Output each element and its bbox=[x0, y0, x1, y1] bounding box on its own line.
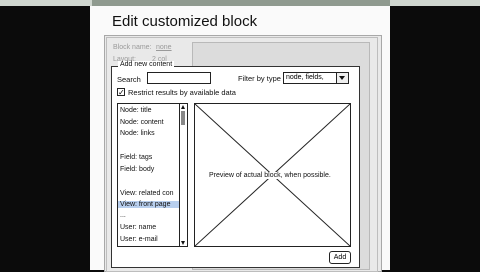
list-item[interactable]: Node: links bbox=[120, 130, 155, 137]
list-item[interactable]: Node: content bbox=[120, 119, 164, 126]
list-item[interactable]: User: name bbox=[120, 224, 156, 231]
list-item[interactable]: User: e-mail bbox=[120, 236, 158, 243]
scroll-thumb[interactable] bbox=[181, 111, 185, 125]
list-scrollbar[interactable] bbox=[179, 104, 187, 246]
filter-type-value: node, fields, bbox=[286, 74, 324, 81]
list-item[interactable]: Node: title bbox=[120, 107, 152, 114]
list-item[interactable]: Field: body bbox=[120, 166, 154, 173]
search-label: Search bbox=[117, 75, 141, 84]
filter-type-select[interactable]: node, fields, bbox=[283, 72, 349, 84]
scroll-up-arrow-icon[interactable] bbox=[181, 105, 185, 109]
scroll-down-arrow-icon[interactable] bbox=[181, 241, 185, 245]
preview-caption: Preview of actual block, when possible. bbox=[209, 172, 331, 179]
filter-label: Filter by type bbox=[238, 74, 281, 83]
list-item[interactable]: Field: tags bbox=[120, 154, 152, 161]
list-item-selected[interactable]: View: front page bbox=[118, 201, 180, 208]
page-title: Edit customized block bbox=[112, 13, 258, 30]
restrict-results-checkbox[interactable]: ✓ bbox=[117, 88, 125, 97]
list-item[interactable]: View: related con bbox=[120, 190, 174, 197]
add-button[interactable]: Add bbox=[329, 251, 351, 264]
block-name-label: Block name: bbox=[113, 44, 152, 51]
list-item[interactable]: ... bbox=[120, 212, 126, 219]
block-preview: Preview of actual block, when possible. bbox=[194, 103, 351, 247]
dialog-legend: Add new content bbox=[118, 61, 175, 68]
block-name-value[interactable]: none bbox=[156, 44, 172, 51]
search-input[interactable] bbox=[147, 72, 211, 84]
content-list[interactable]: Node: title Node: content Node: links Fi… bbox=[117, 103, 188, 247]
restrict-results-label: Restrict results by available data bbox=[128, 88, 236, 97]
chevron-down-icon[interactable] bbox=[336, 73, 348, 83]
